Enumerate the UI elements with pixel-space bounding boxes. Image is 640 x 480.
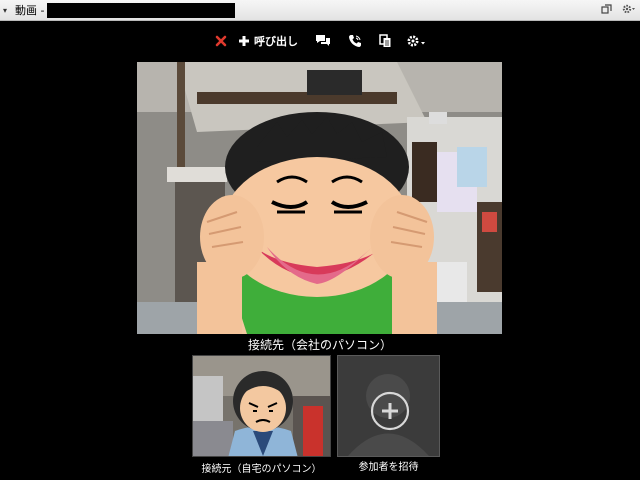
invite-participant-label: 参加者を招待 (358, 462, 419, 473)
chat-bubbles-icon (316, 35, 330, 46)
phone-icon (349, 35, 361, 47)
add-person-icon (348, 374, 429, 456)
title-bar: ▾ 動画 - (0, 0, 640, 21)
window-title: 動画 - (15, 4, 45, 17)
participant-thumbnail[interactable] (192, 355, 331, 457)
remote-video-frame (137, 62, 502, 334)
window-settings-gear-icon[interactable] (622, 2, 636, 16)
call-button[interactable]: 呼び出し (238, 30, 298, 52)
plus-icon (239, 36, 249, 46)
settings-button[interactable] (404, 30, 430, 52)
phone-button[interactable] (344, 30, 366, 52)
gear-icon (407, 35, 425, 47)
remote-video (137, 62, 502, 334)
call-toolbar: 呼び出し (0, 29, 640, 53)
copy-document-icon (378, 34, 390, 47)
close-icon (215, 35, 227, 47)
window-menu-icon[interactable]: ▾ (3, 6, 13, 15)
hangup-button[interactable] (210, 30, 232, 52)
call-button-label: 呼び出し (254, 35, 298, 48)
chat-button[interactable] (312, 30, 334, 52)
restore-window-icon[interactable] (600, 2, 614, 16)
participant-video-frame (193, 356, 330, 456)
remote-video-label: 接続先（会社のパソコン） (247, 338, 392, 352)
participant-label: 接続元（自宅のパソコン） (201, 464, 322, 475)
redacted-title-block (47, 2, 236, 18)
invite-participant-button[interactable] (337, 355, 440, 457)
copy-document-button[interactable] (374, 30, 396, 52)
title-bar-controls (600, 2, 636, 16)
